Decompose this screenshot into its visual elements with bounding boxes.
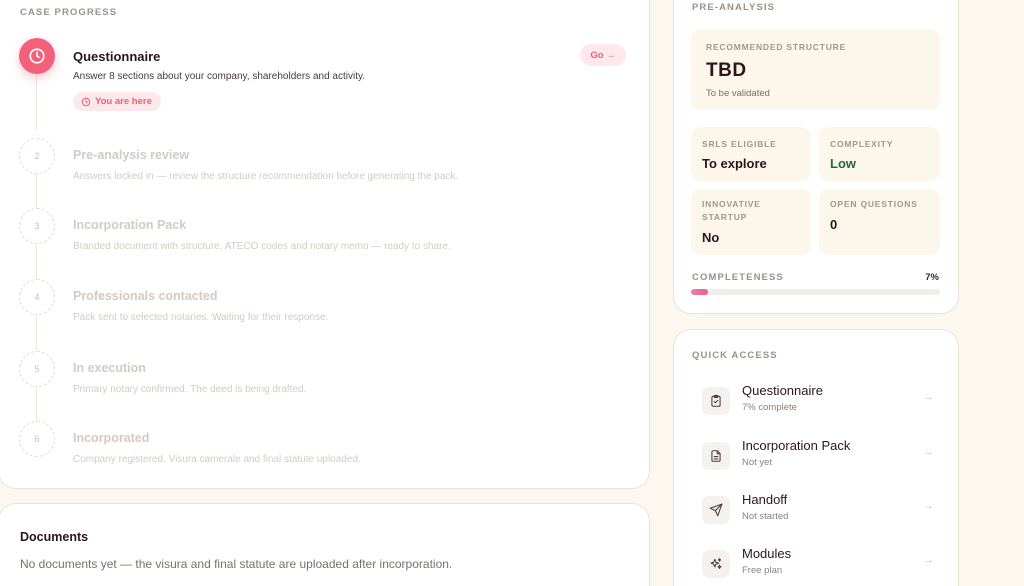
- quick-access-title: Handoff: [742, 492, 788, 507]
- arrow-right-icon: →: [923, 446, 934, 458]
- step-incorporation-pack[interactable]: 3 Incorporation Pack Branded document wi…: [19, 208, 634, 252]
- step-title: In execution: [73, 361, 146, 375]
- sparkles-icon: [702, 550, 730, 578]
- you-are-here-badge: You are here: [73, 92, 161, 111]
- innovative-startup-tile: INNOVATIVE STARTUP No: [691, 189, 811, 255]
- step-incorporated[interactable]: 6 Incorporated Company registered. Visur…: [19, 421, 634, 465]
- step-in-execution[interactable]: 5 In execution Primary notary confirmed.…: [19, 351, 634, 395]
- clock-icon: [29, 48, 45, 64]
- tile-value: Low: [830, 156, 856, 171]
- tile-label: STARTUP: [702, 212, 748, 222]
- step-questionnaire[interactable]: Questionnaire Answer 8 sections about yo…: [19, 38, 634, 118]
- tile-label: INNOVATIVE: [702, 199, 761, 209]
- step-number: 3: [19, 208, 55, 244]
- completeness-label: COMPLETENESS: [692, 272, 784, 283]
- quick-access-modules[interactable]: Modules Free plan →: [702, 544, 934, 586]
- tile-value: 0: [830, 217, 838, 232]
- step-title: Incorporated: [73, 431, 150, 445]
- step-number: 2: [19, 138, 55, 174]
- recommended-structure-tile: RECOMMENDED STRUCTURE TBD To be validate…: [691, 29, 940, 110]
- quick-access-subtitle: Free plan: [742, 565, 783, 576]
- pre-analysis-card: PRE-ANALYSIS RECOMMENDED STRUCTURE TBD T…: [673, 0, 959, 314]
- step-connector: [36, 316, 37, 350]
- tile-value: To explore: [702, 156, 767, 171]
- tile-value: No: [702, 230, 720, 245]
- clock-icon: [81, 97, 91, 106]
- quick-access-incorporation-pack[interactable]: Incorporation Pack Not yet →: [702, 436, 934, 482]
- case-progress-label: CASE PROGRESS: [20, 7, 118, 18]
- quick-access-questionnaire[interactable]: Questionnaire 7% complete →: [702, 381, 934, 427]
- document-icon: [702, 442, 730, 470]
- quick-access-subtitle: Not started: [742, 511, 789, 522]
- quick-access-subtitle: 7% complete: [742, 402, 797, 413]
- step-description: Company registered. Visura camerale and …: [73, 454, 361, 465]
- documents-empty-text: No documents yet — the visura and final …: [20, 557, 453, 571]
- quick-access-card: QUICK ACCESS Questionnaire 7% complete →…: [673, 329, 959, 586]
- tile-value: TBD: [706, 60, 747, 81]
- step-connector: [36, 174, 37, 209]
- step-active-indicator: [19, 38, 55, 74]
- step-description: Branded document with structure, ATECO c…: [73, 241, 451, 252]
- completeness-value: 7%: [925, 272, 939, 283]
- completeness-progress-bar: [691, 289, 940, 295]
- completeness-progress-fill: [691, 289, 709, 295]
- step-description: Pack sent to selected notaries. Waiting …: [73, 312, 329, 323]
- go-button[interactable]: Go →: [580, 44, 626, 66]
- quick-access-title: Modules: [742, 546, 792, 561]
- tile-label: COMPLEXITY: [830, 139, 894, 149]
- step-title: Pre-analysis review: [73, 148, 190, 162]
- step-title: Questionnaire: [73, 49, 161, 64]
- step-description: Answers locked in — review the structure…: [73, 171, 459, 182]
- srls-eligible-tile: SRLS ELIGIBLE To explore: [691, 127, 811, 181]
- step-description: Answer 8 sections about your company, sh…: [73, 71, 366, 82]
- step-title: Professionals contacted: [73, 289, 218, 303]
- tile-label: OPEN QUESTIONS: [830, 199, 918, 209]
- step-number: 4: [19, 279, 55, 315]
- step-number: 5: [19, 351, 55, 387]
- send-icon: [702, 496, 730, 524]
- tile-subtext: To be validated: [706, 88, 770, 99]
- complexity-tile: COMPLEXITY Low: [819, 127, 940, 181]
- quick-access-subtitle: Not yet: [742, 457, 773, 468]
- step-connector: [36, 388, 37, 422]
- open-questions-tile: OPEN QUESTIONS 0: [819, 189, 940, 255]
- step-title: Incorporation Pack: [73, 218, 187, 232]
- arrow-right-icon: →: [923, 500, 934, 512]
- case-progress-card: CASE PROGRESS Questionnaire Answer 8 sec…: [0, 0, 650, 489]
- pre-analysis-label: PRE-ANALYSIS: [692, 2, 776, 13]
- step-connector: [36, 245, 37, 279]
- clipboard-icon: [702, 387, 730, 415]
- tile-label: SRLS ELIGIBLE: [702, 139, 777, 149]
- tile-label: RECOMMENDED STRUCTURE: [706, 42, 847, 52]
- step-professionals-contacted[interactable]: 4 Professionals contacted Pack sent to s…: [19, 279, 634, 323]
- documents-title: Documents: [20, 530, 89, 544]
- quick-access-handoff[interactable]: Handoff Not started →: [702, 490, 934, 536]
- badge-label: You are here: [95, 96, 152, 107]
- step-pre-analysis-review[interactable]: 2 Pre-analysis review Answers locked in …: [19, 138, 634, 182]
- documents-card: Documents No documents yet — the visura …: [0, 503, 650, 586]
- arrow-right-icon: →: [923, 391, 934, 403]
- quick-access-title: Questionnaire: [742, 383, 823, 398]
- step-number: 6: [19, 421, 55, 457]
- step-description: Primary notary confirmed. The deed is be…: [73, 384, 307, 395]
- quick-access-label: QUICK ACCESS: [692, 350, 778, 361]
- arrow-right-icon: →: [923, 554, 934, 566]
- quick-access-title: Incorporation Pack: [742, 438, 851, 453]
